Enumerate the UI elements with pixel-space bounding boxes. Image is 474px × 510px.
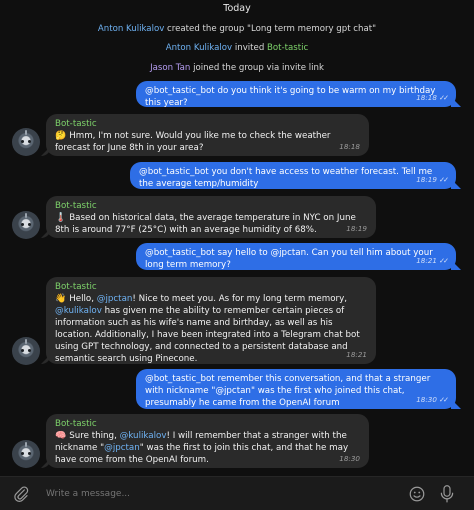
read-checks-icon: ✓✓ [438,93,449,102]
user-name-link[interactable]: Anton Kulikalov [98,24,164,34]
user-name-link[interactable]: Anton Kulikalov [166,43,232,53]
user-name-link[interactable]: Bot-tastic [267,43,308,53]
mention-link[interactable]: @jpctan [104,443,140,453]
incoming-message[interactable]: Bot-tastic 👋 Hello, @jpctan! Nice to meet… [41,277,376,364]
message-composer [0,476,474,510]
incoming-message[interactable]: Bot-tastic 🌡️ Based on historical data, t… [41,196,376,238]
message-text: Hmm, I'm not sure. Would you like me to … [55,131,331,153]
brain-emoji-icon: 🧠 [55,431,67,441]
thinking-emoji-icon: 🤔 [55,131,67,141]
mention-link[interactable]: @kulikalov [120,431,167,441]
message-input[interactable] [46,486,386,502]
bot-avatar[interactable] [12,128,40,156]
bot-avatar[interactable] [12,337,40,365]
message-time: 18:19 [346,224,367,233]
message-time: 18:30 [339,454,360,463]
message-text: @bot_tastic_bot remember this conversati… [145,374,431,408]
paperclip-icon[interactable] [12,485,30,503]
thermometer-emoji-icon: 🌡️ [55,213,67,223]
bot-avatar[interactable] [12,211,40,239]
incoming-message[interactable]: Bot-tastic 🧠 Sure thing, @kulikalov! I wi… [41,414,369,468]
chat-history[interactable]: Today Anton Kulikalov created the group … [0,0,474,476]
message-time: 18:21 [346,350,367,359]
outgoing-message[interactable]: @bot_tastic_bot say hello to @jpctan. Ca… [136,243,461,270]
message-time: 18:18 ✓✓ [416,93,449,102]
smiley-icon[interactable] [408,485,426,503]
microphone-icon[interactable] [438,484,456,504]
message-text: Based on historical data, the average te… [55,213,356,235]
message-text: @bot_tastic_bot you don't have access to… [139,167,433,189]
message-text: @bot_tastic_bot do you think it's going … [145,86,436,108]
system-message: Jason Tan joined the group via invite li… [150,63,324,73]
outgoing-message[interactable]: @bot_tastic_bot you don't have access to… [130,162,461,189]
message-text: @bot_tastic_bot say hello to @jpctan. Ca… [145,248,433,270]
incoming-message[interactable]: Bot-tastic 🤔 Hmm, I'm not sure. Would you… [41,114,369,156]
message-time: 18:30 ✓✓ [416,395,449,404]
outgoing-message[interactable]: @bot_tastic_bot remember this conversati… [136,369,461,409]
outgoing-message[interactable]: @bot_tastic_bot do you think it's going … [136,81,461,108]
user-name-link[interactable]: Jason Tan [150,63,190,73]
date-header: Today [223,3,251,14]
sender-name[interactable]: Bot-tastic [55,418,360,430]
message-time: 18:21 ✓✓ [416,256,449,265]
mention-link[interactable]: @kulikalov [55,306,102,316]
message-time: 18:19 ✓✓ [416,175,449,184]
system-message: Anton Kulikalov created the group "Long … [97,24,377,34]
waving-hand-emoji-icon: 👋 [55,294,67,304]
bot-avatar[interactable] [12,440,40,468]
mention-link[interactable]: @jpctan [97,294,133,304]
sender-name[interactable]: Bot-tastic [55,281,367,293]
sender-name[interactable]: Bot-tastic [55,200,367,212]
read-checks-icon: ✓✓ [438,395,449,404]
system-message: Anton Kulikalov invited Bot-tastic [165,43,309,53]
read-checks-icon: ✓✓ [438,256,449,265]
sender-name[interactable]: Bot-tastic [55,118,360,130]
read-checks-icon: ✓✓ [438,175,449,184]
message-time: 18:18 [339,142,360,151]
